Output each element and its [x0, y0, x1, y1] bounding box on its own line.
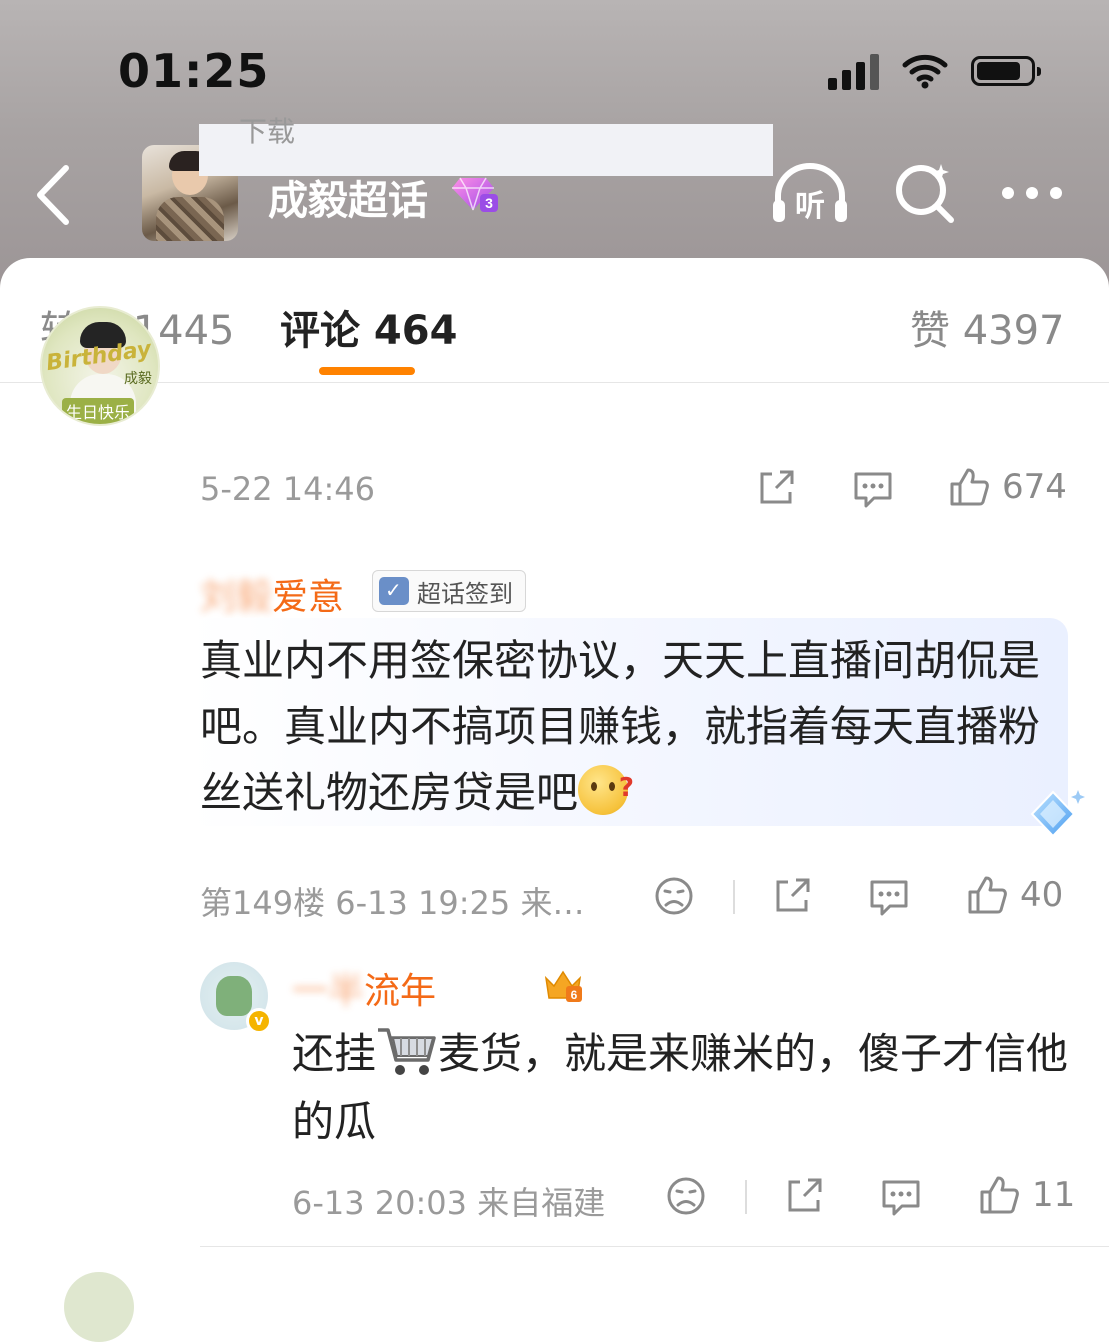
- reply-meta: 6-13 20:03 来自福建: [292, 1184, 606, 1222]
- post-like-count: 674: [1002, 467, 1067, 507]
- more-dot-icon: [1026, 187, 1038, 199]
- comment-reply-button[interactable]: [868, 876, 910, 916]
- wifi-icon: [902, 54, 948, 89]
- more-button[interactable]: [1002, 178, 1072, 208]
- comment-button[interactable]: [852, 468, 894, 508]
- crown-vip-icon: 6: [544, 970, 582, 1002]
- share-icon: [788, 1178, 822, 1212]
- svg-text:3: 3: [485, 195, 493, 211]
- calendar-check-icon: [379, 577, 409, 605]
- tab-active-indicator: [319, 367, 415, 375]
- chevron-left-icon: [37, 165, 69, 225]
- tab-likes[interactable]: 赞 4397: [910, 298, 1065, 356]
- comment-text[interactable]: 真业内不用签保密协议，天天上直播间胡侃是吧。真业内不搞项目赚钱，就指着每天直播粉…: [200, 628, 1060, 826]
- search-button[interactable]: [893, 160, 957, 224]
- tab-bar: 转发 1445 评论 464 赞 4397: [0, 258, 1109, 383]
- reply-like-count: 11: [1032, 1175, 1076, 1215]
- status-time: 01:25: [118, 44, 270, 98]
- cellular-signal-icon: [828, 52, 879, 90]
- next-commenter-avatar[interactable]: [64, 1272, 134, 1342]
- post-like-button[interactable]: 674: [948, 466, 1067, 508]
- reply-text[interactable]: 还挂 麦货，就是来赚米的，傻子才信他的瓜: [292, 1020, 1072, 1156]
- topic-title[interactable]: 成毅超话: [268, 168, 428, 226]
- badge-label: 超话签到: [417, 579, 513, 608]
- sad-face-icon: [667, 1177, 705, 1215]
- reply-username[interactable]: 一半流年: [292, 962, 436, 1014]
- more-dot-icon: [1002, 187, 1014, 199]
- comment-icon: [882, 1180, 920, 1216]
- diamond-bubble-decoration-icon: [1030, 790, 1085, 838]
- comment-like-count: 40: [1020, 875, 1064, 915]
- verified-badge-icon: v: [246, 1008, 272, 1034]
- share-icon: [776, 878, 810, 912]
- reply-share-button[interactable]: [784, 1176, 824, 1216]
- dislike-button[interactable]: [654, 876, 694, 916]
- share-icon: [760, 470, 794, 504]
- reply-dislike-button[interactable]: [666, 1176, 706, 1216]
- diamond-level-icon: 3: [452, 177, 498, 212]
- search-icon: [896, 164, 954, 223]
- reply-like-button[interactable]: 11: [978, 1174, 1075, 1216]
- comment-icon: [870, 880, 908, 916]
- thinking-emoji-icon: [578, 755, 634, 821]
- thumbs-up-icon: [980, 1176, 1019, 1214]
- image-caption-fragment: 下载: [239, 115, 296, 148]
- reply-avatar[interactable]: v: [200, 962, 272, 1034]
- sad-face-icon: [655, 877, 693, 915]
- thumbs-up-icon: [950, 468, 989, 506]
- battery-icon: [971, 56, 1041, 86]
- listen-label: 听: [795, 189, 825, 224]
- commenter-avatar[interactable]: Birthday 生日快乐 成毅: [40, 306, 160, 426]
- comment-divider: [200, 1246, 1109, 1247]
- back-button[interactable]: [32, 160, 92, 230]
- headphones-icon: 听: [773, 163, 847, 224]
- status-icons: [828, 52, 1041, 90]
- listen-button[interactable]: 听: [770, 160, 850, 228]
- action-separator: [745, 1180, 747, 1214]
- comment-like-button[interactable]: 40: [966, 874, 1063, 916]
- comment-icon: [854, 472, 892, 508]
- svg-text:6: 6: [571, 988, 578, 1002]
- action-separator: [733, 880, 735, 914]
- tab-comments[interactable]: 评论 464: [280, 298, 457, 356]
- chaohua-checkin-badge[interactable]: 超话签到: [372, 570, 526, 612]
- shopping-cart-icon: [378, 1028, 436, 1075]
- post-timestamp: 5-22 14:46: [200, 470, 376, 508]
- more-dot-icon: [1050, 187, 1062, 199]
- comment-meta: 第149楼 6-13 19:25 来…: [200, 884, 585, 922]
- reply-comment-button[interactable]: [880, 1176, 922, 1216]
- share-button[interactable]: [756, 468, 796, 508]
- commenter-username[interactable]: 刘毅爱意: [200, 568, 344, 620]
- post-image-card[interactable]: 下载: [199, 115, 773, 176]
- comment-share-button[interactable]: [772, 876, 812, 916]
- thumbs-up-icon: [968, 876, 1007, 914]
